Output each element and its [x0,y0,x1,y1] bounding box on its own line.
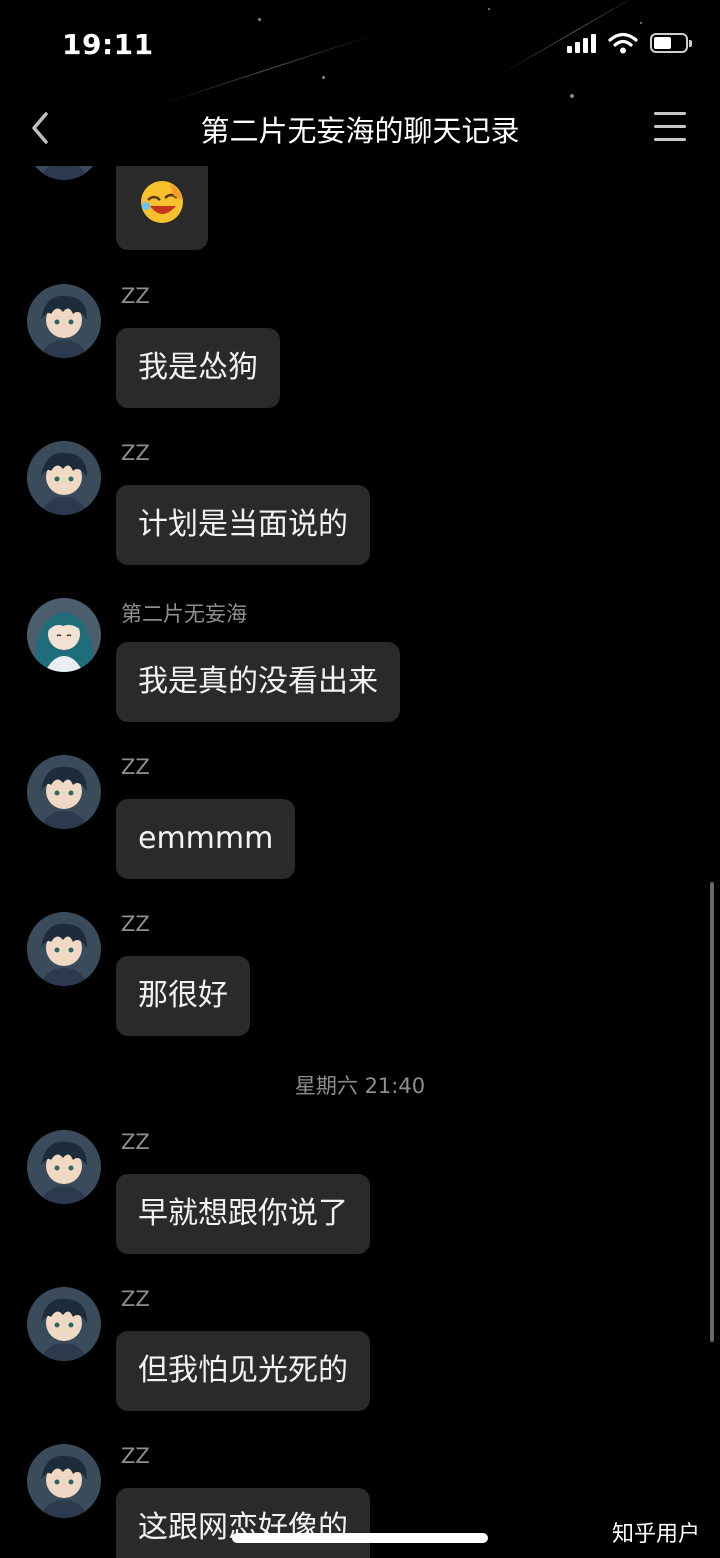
hamburger-menu-icon[interactable] [654,112,686,142]
message-bubble[interactable]: 我是真的没看出来 [116,642,400,722]
girl-avatar-icon [27,598,101,672]
message-bubble[interactable]: 早就想跟你说了 [116,1174,370,1254]
avatar[interactable] [27,284,101,358]
avatar[interactable] [27,755,101,829]
status-time: 19:11 [62,28,154,61]
message-bubble[interactable]: emmmm [116,799,296,879]
sender-name: 第二片无妄海 [121,602,247,626]
message-bubble[interactable]: 这跟网恋好像的 [116,1488,370,1558]
message-bubble[interactable]: 我是怂狗 [116,328,280,408]
avatar[interactable] [27,166,101,180]
sender-name: ZZ [121,284,150,308]
home-indicator[interactable] [232,1533,488,1543]
boy-avatar-icon [27,441,101,515]
emoji-bubble[interactable] [116,166,208,250]
status-bar: 19:11 [0,0,720,90]
sender-name: ZZ [121,755,150,779]
scrollbar[interactable] [710,882,714,1342]
message-bubble[interactable]: 那很好 [116,956,250,1036]
avatar[interactable] [27,1444,101,1518]
status-icons [567,32,692,54]
avatar[interactable] [27,441,101,515]
laughing-face-emoji-icon [141,181,183,223]
avatar[interactable] [27,912,101,986]
boy-avatar-icon [27,1130,101,1204]
avatar[interactable] [27,1130,101,1204]
message-bubble[interactable]: 但我怕见光死的 [116,1331,370,1411]
sender-name: ZZ [121,912,150,936]
boy-avatar-icon [27,166,101,180]
wifi-icon [608,32,638,54]
sender-name: ZZ [121,1130,150,1154]
battery-level [654,37,671,49]
avatar[interactable] [27,1287,101,1361]
chat-header: 第二片无妄海的聊天记录 [0,90,720,166]
boy-avatar-icon [27,755,101,829]
sender-name: ZZ [121,1287,150,1311]
sender-name: ZZ [121,441,150,465]
sender-name: ZZ [121,1444,150,1468]
chat-message-list[interactable]: ZZ 我是怂狗 ZZ 计划是当面说的 第二片无妄海 我是真的没看出来 ZZ em… [0,166,720,1558]
boy-avatar-icon [27,1444,101,1518]
boy-avatar-icon [27,284,101,358]
boy-avatar-icon [27,1287,101,1361]
cellular-signal-icon [567,33,596,53]
page-title: 第二片无妄海的聊天记录 [200,114,520,148]
avatar[interactable] [27,598,101,672]
message-bubble[interactable]: 计划是当面说的 [116,485,370,565]
watermark: 知乎用户 [611,1522,700,1547]
time-divider: 星期六 21:40 [294,1074,426,1098]
battery-icon [650,33,692,53]
boy-avatar-icon [27,912,101,986]
